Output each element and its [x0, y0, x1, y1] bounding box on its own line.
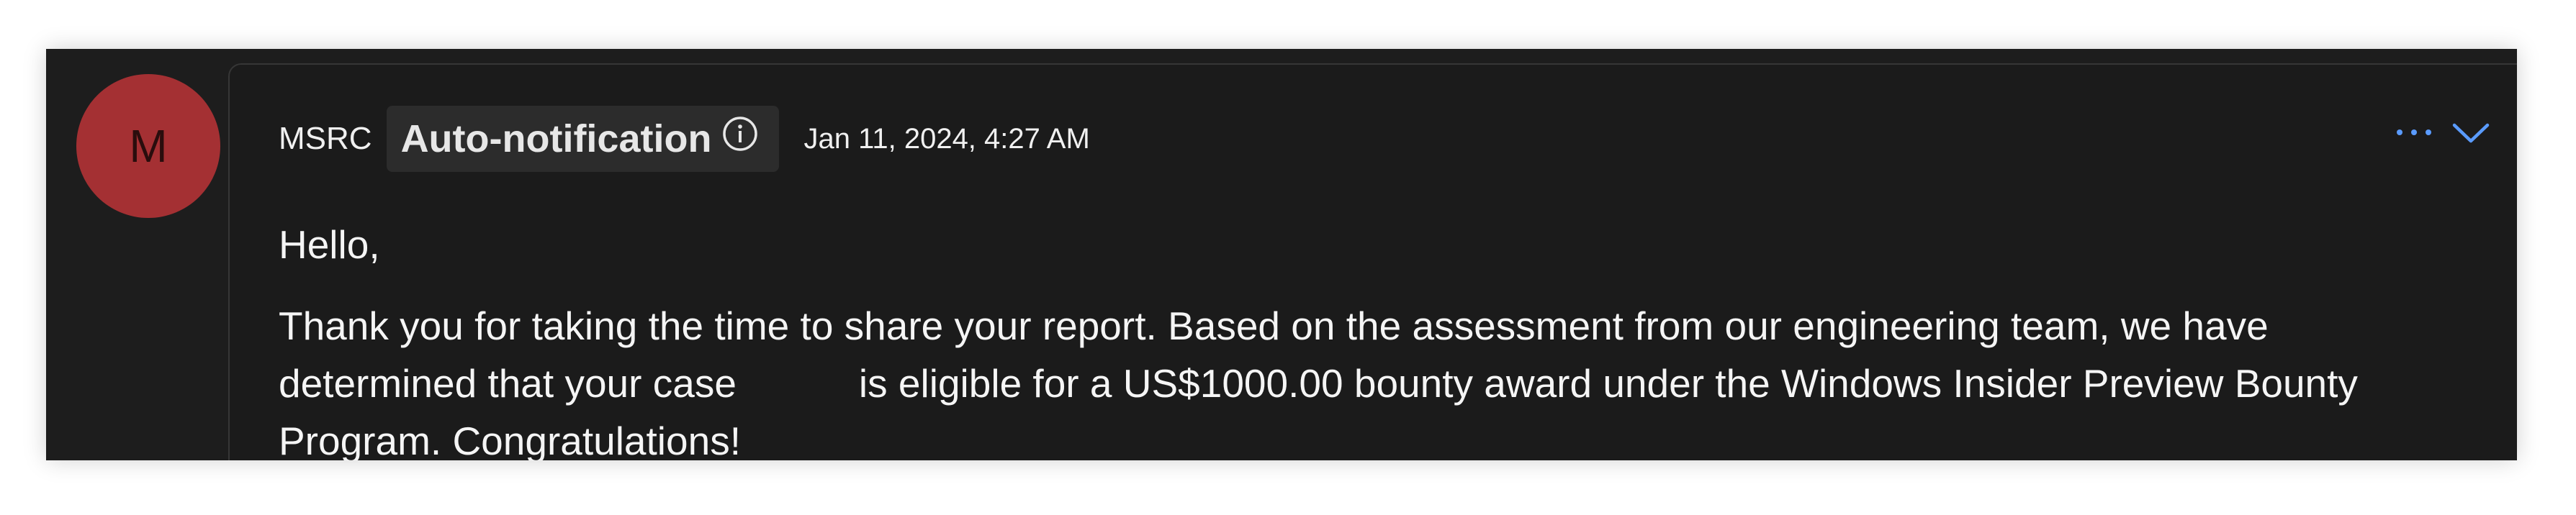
- badge-label: Auto-notification: [400, 117, 712, 160]
- message-window: M MSRC Auto-notification Jan 11, 2024, 4…: [46, 49, 2517, 460]
- message-card: MSRC Auto-notification Jan 11, 2024, 4:2…: [228, 63, 2517, 460]
- body-line-2-start: determined that your case: [279, 361, 737, 406]
- more-options-icon[interactable]: [2397, 129, 2431, 135]
- sender-name[interactable]: MSRC: [279, 121, 372, 157]
- body-line-3: Program. Congratulations!: [279, 419, 741, 460]
- greeting-text: Hello,: [279, 222, 380, 267]
- message-paragraph: Thank you for taking the time to share y…: [279, 297, 2510, 460]
- message-timestamp: Jan 11, 2024, 4:27 AM: [803, 122, 1090, 155]
- message-body: Hello, Thank you for taking the time to …: [279, 216, 2510, 460]
- message-header: MSRC Auto-notification Jan 11, 2024, 4:2…: [279, 106, 1090, 172]
- chevron-down-icon[interactable]: [2450, 119, 2492, 145]
- avatar-initial: M: [129, 120, 168, 172]
- body-line-2-end: is eligible for a US$1000.00 bounty awar…: [858, 361, 2358, 406]
- body-line-1: Thank you for taking the time to share y…: [279, 304, 2269, 348]
- auto-notification-badge[interactable]: Auto-notification: [386, 106, 780, 172]
- info-icon[interactable]: [721, 115, 759, 152]
- message-actions: [2397, 119, 2492, 145]
- avatar[interactable]: M: [76, 74, 220, 218]
